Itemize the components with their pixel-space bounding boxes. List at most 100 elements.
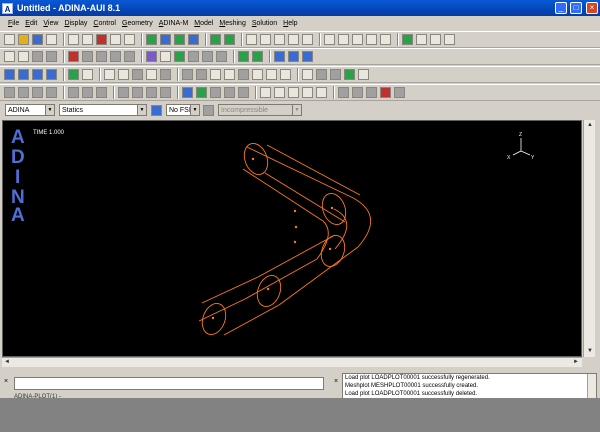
help-icon[interactable] (246, 34, 257, 45)
force-icon[interactable] (132, 87, 143, 98)
rigid-link-icon[interactable] (188, 51, 199, 62)
settings-icon[interactable] (366, 87, 377, 98)
title-bar[interactable]: A Untitled - ADINA-AUI 8.1 _ □ × (0, 0, 600, 16)
frame-icon[interactable] (210, 87, 221, 98)
hidden-icon[interactable] (280, 69, 291, 80)
model-tree-icon[interactable] (274, 51, 285, 62)
mesh-plot-icon[interactable] (224, 34, 235, 45)
horizontal-scrollbar[interactable]: ◄ ► (2, 357, 582, 367)
band-options-icon[interactable] (358, 69, 369, 80)
skew-system-icon[interactable] (216, 51, 227, 62)
shading-icon[interactable] (430, 34, 441, 45)
rebuild-icon[interactable] (110, 34, 121, 45)
vertical-scrollbar[interactable]: ▲ ▼ (583, 120, 595, 357)
zoom-in-icon[interactable] (324, 34, 335, 45)
last-step-icon[interactable] (302, 87, 313, 98)
cut-plane-icon[interactable] (132, 69, 143, 80)
chevron-down-icon[interactable]: ▼ (45, 105, 54, 115)
node-symbols-icon[interactable] (182, 69, 193, 80)
save-icon[interactable] (32, 34, 43, 45)
previous-step-icon[interactable] (274, 87, 285, 98)
next-step-icon[interactable] (288, 87, 299, 98)
surface-icon[interactable] (160, 69, 171, 80)
axes-icon[interactable] (444, 34, 455, 45)
element-icon[interactable] (18, 51, 29, 62)
side-view-icon[interactable] (32, 69, 43, 80)
mesh-density-icon[interactable] (146, 51, 157, 62)
element-group-icon[interactable] (124, 51, 135, 62)
front-view-icon[interactable] (18, 69, 29, 80)
run-solver-icon[interactable] (174, 34, 185, 45)
view-icon[interactable] (402, 34, 413, 45)
menu-solution[interactable]: Solution (252, 20, 277, 27)
list-icon[interactable] (288, 34, 299, 45)
stress-icon[interactable] (46, 87, 57, 98)
data-file-icon[interactable] (146, 34, 157, 45)
analysis-type-select[interactable]: Statics ▼ (59, 104, 147, 116)
capture-icon[interactable] (224, 87, 235, 98)
label-icon[interactable] (302, 34, 313, 45)
mesh-lines-icon[interactable] (252, 69, 263, 80)
scroll-left-icon[interactable]: ◄ (2, 357, 12, 367)
run-adina-icon[interactable] (160, 34, 171, 45)
menu-help[interactable]: Help (283, 20, 297, 27)
program-select[interactable]: ADINA ▼ (5, 104, 55, 116)
first-step-icon[interactable] (260, 87, 271, 98)
analysis-settings-icon[interactable] (151, 104, 162, 116)
boundary-plot-icon[interactable] (238, 51, 249, 62)
scroll-down-icon[interactable]: ▼ (585, 346, 595, 356)
trace-icon[interactable] (68, 87, 79, 98)
scroll-up-icon[interactable]: ▲ (585, 120, 595, 130)
menu-geometry[interactable]: Geometry (122, 20, 153, 27)
undo-icon[interactable] (68, 34, 79, 45)
open-folder-icon[interactable] (18, 34, 29, 45)
log-scrollbar[interactable] (587, 374, 596, 399)
outline-icon[interactable] (266, 69, 277, 80)
reflect-icon[interactable] (330, 69, 341, 80)
chevron-down-icon[interactable]: ▼ (190, 105, 199, 115)
body-icon[interactable] (46, 51, 57, 62)
clear-icon[interactable] (96, 34, 107, 45)
menu-view[interactable]: View (43, 20, 58, 27)
minimize-button[interactable]: _ (555, 2, 567, 14)
contact-icon[interactable] (174, 51, 185, 62)
move-icon[interactable] (146, 69, 157, 80)
menu-adina-m[interactable]: ADINA-M (159, 20, 189, 27)
load-icon[interactable] (96, 51, 107, 62)
model-view[interactable]: A D I N A TIME 1.000 Z X Y (3, 121, 582, 357)
zoom-previous-icon[interactable] (380, 34, 391, 45)
adina-app-icon[interactable]: A (2, 2, 13, 14)
volume-icon[interactable] (238, 69, 249, 80)
zoom-fit-icon[interactable] (366, 34, 377, 45)
redo-icon[interactable] (82, 34, 93, 45)
fsi-select[interactable]: No FSI ▼ (166, 104, 200, 116)
label-display-icon[interactable] (302, 69, 313, 80)
chevron-down-icon[interactable]: ▼ (137, 105, 146, 115)
pointer-icon[interactable] (260, 34, 271, 45)
line-icon[interactable] (224, 69, 235, 80)
fixity-icon[interactable] (82, 51, 93, 62)
iso-view-icon[interactable] (4, 69, 15, 80)
new-file-icon[interactable] (4, 34, 15, 45)
node-icon[interactable] (4, 51, 15, 62)
band-plot-icon[interactable] (344, 69, 355, 80)
mesh-icon[interactable] (210, 34, 221, 45)
load-plot-icon[interactable] (252, 51, 263, 62)
rotate-icon[interactable] (82, 69, 93, 80)
move-time-icon[interactable] (338, 87, 349, 98)
post-process-icon[interactable] (188, 34, 199, 45)
scroll-right-icon[interactable]: ► (571, 357, 581, 367)
face-icon[interactable] (32, 51, 43, 62)
color-icon[interactable] (68, 69, 79, 80)
vector-icon[interactable] (32, 87, 43, 98)
subdivide-icon[interactable] (160, 51, 171, 62)
element-tree-icon[interactable] (288, 51, 299, 62)
constraint-icon[interactable] (202, 51, 213, 62)
graphics-window[interactable]: A D I N A TIME 1.000 Z X Y (2, 120, 582, 357)
group-tree-icon[interactable] (302, 51, 313, 62)
render-icon[interactable] (416, 34, 427, 45)
reaction-icon[interactable] (118, 87, 129, 98)
material-icon[interactable] (110, 51, 121, 62)
delete-icon[interactable] (68, 51, 79, 62)
menu-file[interactable]: File (8, 20, 19, 27)
